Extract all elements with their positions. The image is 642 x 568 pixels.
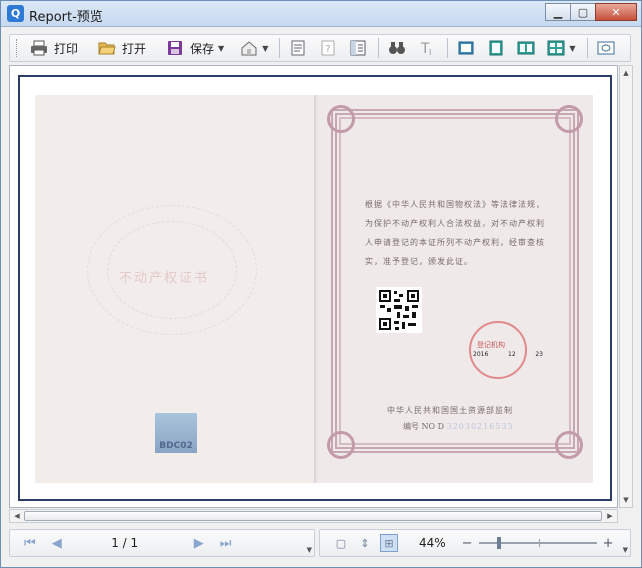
printer-icon (30, 39, 48, 57)
zoom-level: 44% (419, 536, 446, 550)
previous-page-icon[interactable]: ◀ (52, 536, 62, 551)
official-seal (469, 321, 527, 379)
horizontal-scroll-thumb[interactable] (24, 511, 602, 521)
view-page-width-button[interactable] (482, 37, 510, 59)
issue-month: 12 (508, 351, 516, 358)
view-multiple-pages-button[interactable]: ▼ (542, 37, 580, 59)
scroll-right-arrow-icon[interactable]: ▶ (603, 510, 617, 522)
question-page-icon: ? (319, 39, 337, 57)
scroll-up-arrow-icon[interactable]: ▲ (620, 66, 632, 80)
export-house-icon (240, 39, 258, 57)
next-page-icon[interactable]: ▶ (194, 536, 204, 551)
find-button[interactable] (383, 37, 411, 59)
print-label: 打印 (54, 41, 79, 56)
navigation-panel-caret[interactable]: ▼ (307, 546, 312, 554)
floppy-disk-icon (166, 39, 184, 57)
scroll-left-arrow-icon[interactable]: ◀ (10, 510, 24, 522)
folder-open-icon (98, 39, 116, 57)
issue-day: 23 (535, 351, 543, 358)
view-two-pages-button[interactable] (512, 37, 540, 59)
multiple-pages-dropdown-caret[interactable]: ▼ (569, 44, 575, 53)
zoom-slider-tick (538, 539, 540, 547)
open-button[interactable]: 打开 (93, 37, 151, 59)
svg-text:?: ? (326, 44, 331, 55)
issue-date: 2016 12 23 (473, 351, 543, 358)
status-bar: ⏮ ◀ 1 / 1 ▶ ⏭ ▼ ▢ ⇕ ⊞ 44% − + ▼ (9, 529, 631, 557)
preview-canvas[interactable]: 不动产权证书 BDC02 根据《中华人民共和国物权法》等法律法规，为保护不动产权… (9, 65, 618, 508)
report-page: 不动产权证书 BDC02 根据《中华人民共和国物权法》等法律法规，为保护不动产权… (18, 75, 612, 501)
corner-ornament (327, 431, 355, 459)
document-map-button[interactable] (344, 37, 372, 59)
corner-ornament (555, 105, 583, 133)
text-format-icon: TI (418, 39, 436, 57)
title-bar[interactable]: Q Report-预览 ▁ ▢ ✕ (1, 1, 641, 27)
two-pages-icon (517, 39, 535, 57)
minimize-button[interactable]: ▁ (545, 3, 571, 21)
single-page-view-icon[interactable]: ▢ (332, 534, 350, 552)
page-indicator[interactable]: 1 / 1 (70, 536, 180, 550)
maximize-button[interactable]: ▢ (570, 3, 596, 21)
svg-text:I: I (429, 48, 431, 57)
app-icon: Q (7, 5, 24, 22)
toolbar-separator (447, 38, 449, 58)
text-format-button[interactable]: TI (413, 37, 441, 59)
toolbar-separator (378, 38, 380, 58)
issue-year: 2016 (473, 351, 489, 358)
vertical-scrollbar[interactable]: ▲ ▼ (619, 65, 633, 508)
toolbar-separator (279, 38, 281, 58)
corner-ornament (555, 431, 583, 459)
zoom-slider[interactable] (478, 537, 597, 549)
continuous-view-icon[interactable]: ⇕ (356, 534, 374, 552)
serial-line: 编号 NO D 32030216533 (403, 421, 514, 432)
issuer-line: 中华人民共和国国土资源部监制 (387, 406, 513, 415)
ornamental-border-inner (339, 117, 571, 445)
save-button[interactable]: 保存 ▼ (161, 37, 229, 59)
document-map-icon (349, 39, 367, 57)
qr-code (376, 287, 422, 333)
toolbar-separator (586, 38, 588, 58)
save-dropdown-caret[interactable]: ▼ (218, 44, 224, 53)
scroll-down-arrow-icon[interactable]: ▼ (620, 493, 632, 507)
view-one-page-button[interactable] (452, 37, 480, 59)
export-dropdown-caret[interactable]: ▼ (262, 44, 268, 53)
export-button[interactable]: ▼ (235, 37, 273, 59)
certificate-right-page: 根据《中华人民共和国物权法》等法律法规，为保护不动产权利人合法权益，对不动产权利… (317, 95, 593, 483)
legal-statement: 根据《中华人民共和国物权法》等法律法规，为保护不动产权利人合法权益，对不动产权利… (365, 200, 545, 266)
multiple-pages-icon (547, 39, 565, 57)
last-page-icon[interactable]: ⏭ (220, 536, 232, 551)
page-width-icon (487, 39, 505, 57)
close-button[interactable]: ✕ (595, 3, 637, 21)
first-page-icon[interactable]: ⏮ (24, 536, 36, 551)
print-button[interactable]: 打印 (25, 37, 83, 59)
toolbar: 打印 打开 保存 ▼ ▼ ? T I ▼ (9, 34, 631, 62)
certificate-emblem: BDC02 (155, 413, 197, 453)
parameters-button[interactable]: ? (314, 37, 342, 59)
fullscreen-button[interactable] (592, 37, 620, 59)
fullscreen-icon (597, 39, 615, 57)
page-navigation-panel: ⏮ ◀ 1 / 1 ▶ ⏭ ▼ (9, 529, 315, 557)
page-setup-icon (289, 39, 307, 57)
page-setup-button[interactable] (284, 37, 312, 59)
open-label: 打开 (122, 41, 147, 56)
corner-ornament (327, 105, 355, 133)
serial-number: 32030216533 (446, 422, 514, 431)
toolbar-grip[interactable] (16, 39, 19, 57)
zoom-slider-thumb[interactable] (496, 537, 501, 549)
certificate-title: 不动产权证书 (119, 271, 210, 286)
single-page-icon (457, 39, 475, 57)
save-label: 保存 (190, 41, 215, 56)
zoom-panel: ▢ ⇕ ⊞ 44% − + ▼ (319, 529, 631, 557)
zoom-panel-caret[interactable]: ▼ (623, 546, 628, 554)
horizontal-scrollbar[interactable]: ◀ ▶ (9, 509, 618, 523)
serial-label: 编号 NO D (403, 422, 445, 431)
report-preview-window: Q Report-预览 ▁ ▢ ✕ 打印 打开 保存 ▼ ▼ ? T I ▼ 不… (0, 0, 642, 568)
multi-page-view-icon[interactable]: ⊞ (380, 534, 398, 552)
window-title: Report-预览 (29, 10, 103, 25)
zoom-out-icon[interactable]: − (462, 536, 473, 551)
certificate-left-page: 不动产权证书 BDC02 (35, 95, 316, 483)
window-controls: ▁ ▢ ✕ (545, 3, 637, 21)
binoculars-icon (388, 39, 406, 57)
seal-label: 登记机构 (477, 341, 505, 349)
zoom-in-icon[interactable]: + (603, 536, 614, 551)
